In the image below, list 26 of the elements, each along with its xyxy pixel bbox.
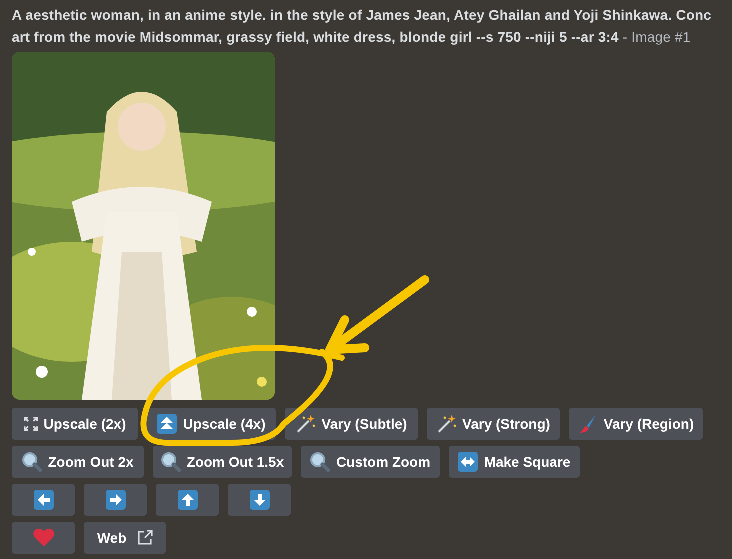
action-button[interactable]: Vary (Strong) bbox=[427, 408, 560, 440]
magnifier-icon bbox=[160, 452, 181, 472]
icon-button[interactable] bbox=[84, 484, 147, 516]
paintbrush-icon bbox=[578, 414, 598, 434]
magic-wand-icon bbox=[296, 414, 316, 434]
icon-button[interactable] bbox=[228, 484, 291, 516]
action-button[interactable]: Web bbox=[84, 522, 166, 554]
expand-icon bbox=[24, 417, 38, 431]
action-button[interactable]: Zoom Out 1.5x bbox=[153, 446, 292, 478]
action-button[interactable]: Upscale (4x) bbox=[147, 408, 276, 440]
prompt-text: art from the movie Midsommar, grassy field, white dress, blonde girl --s 750 --niji 5 --ar 3:4 bbox=[12, 29, 619, 45]
action-button[interactable]: Upscale (2x) bbox=[12, 408, 138, 440]
prompt-text: A aesthetic woman, in an anime style. in the style of James Jean, Atey Ghailan and Yoji Shinkawa. Conc bbox=[12, 7, 712, 23]
action-button[interactable]: Vary (Subtle) bbox=[285, 408, 418, 440]
magnifier-icon bbox=[310, 452, 330, 472]
magnifier-icon bbox=[22, 452, 42, 472]
heart-icon bbox=[32, 528, 54, 548]
action-button[interactable]: Custom Zoom bbox=[301, 446, 440, 478]
action-button[interactable]: Vary (Region) bbox=[569, 408, 703, 440]
image-number: - Image #1 bbox=[622, 29, 691, 45]
icon-button[interactable] bbox=[12, 484, 75, 516]
external-link-icon bbox=[136, 530, 153, 546]
magic-wand-icon bbox=[436, 414, 457, 434]
action-button[interactable]: Make Square bbox=[449, 446, 580, 478]
action-button[interactable]: Zoom Out 2x bbox=[12, 446, 144, 478]
icon-button[interactable] bbox=[156, 484, 219, 516]
